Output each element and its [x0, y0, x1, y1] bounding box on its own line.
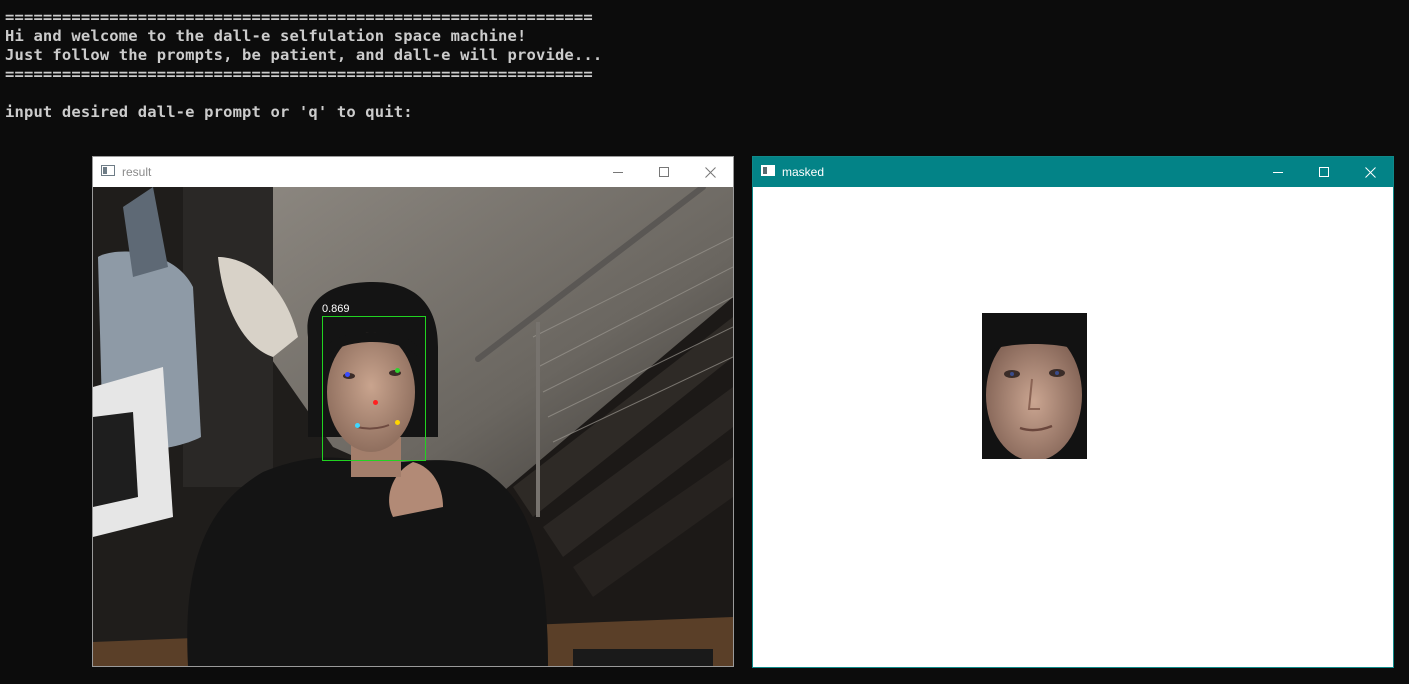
masked-close-button[interactable]: [1347, 157, 1393, 187]
result-titlebar[interactable]: result: [93, 157, 733, 187]
console-instructions-line: Just follow the prompts, be patient, and…: [5, 46, 603, 64]
console-welcome-line: Hi and welcome to the dall-e selfulation…: [5, 27, 527, 45]
console-separator-top: ========================================…: [5, 8, 593, 26]
minimize-icon: [1273, 172, 1283, 173]
masked-maximize-button[interactable]: [1301, 157, 1347, 187]
masked-minimize-button[interactable]: [1255, 157, 1301, 187]
close-icon: [1364, 166, 1376, 178]
masked-titlebar[interactable]: masked: [753, 157, 1393, 187]
maximize-icon: [1319, 167, 1329, 177]
masked-face-crop: [982, 313, 1087, 459]
result-minimize-button[interactable]: [595, 157, 641, 187]
console-input-prompt[interactable]: input desired dall-e prompt or 'q' to qu…: [5, 103, 602, 122]
keypoint-mouth-left: [395, 420, 400, 425]
result-maximize-button[interactable]: [641, 157, 687, 187]
keypoint-nose: [373, 400, 378, 405]
keypoint-mouth-right: [355, 423, 360, 428]
window-app-icon: [101, 165, 115, 176]
detection-score: 0.869: [322, 303, 350, 315]
result-close-button[interactable]: [687, 157, 733, 187]
masked-canvas: [753, 187, 1393, 667]
masked-window[interactable]: masked: [752, 156, 1394, 668]
face-bounding-box: [322, 316, 426, 461]
console-separator-bottom: ========================================…: [5, 65, 593, 83]
console-output: ========================================…: [5, 8, 602, 122]
keypoint-right-eye: [345, 372, 350, 377]
maximize-icon: [659, 167, 669, 177]
result-window[interactable]: result 0.869: [92, 156, 734, 667]
minimize-icon: [613, 172, 623, 173]
masked-window-title: masked: [782, 165, 825, 179]
result-window-title: result: [122, 165, 152, 179]
window-app-icon: [761, 165, 775, 176]
close-icon: [704, 166, 716, 178]
webcam-frame: 0.869: [93, 187, 733, 666]
keypoint-left-eye: [395, 368, 400, 373]
